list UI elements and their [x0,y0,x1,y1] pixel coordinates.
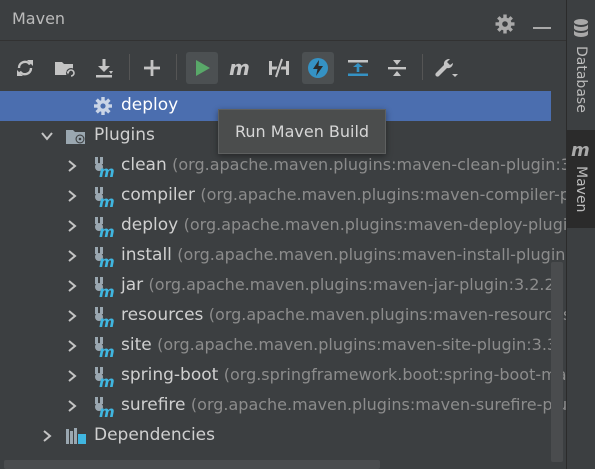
maven-m-icon: m [571,140,593,164]
vertical-scrollbar[interactable] [551,262,563,462]
plugin-name: resources [121,305,204,325]
svg-text:m: m [99,283,115,298]
sidebar-tab-maven[interactable]: m Maven [567,130,595,228]
plugin-row-jar[interactable]: m jar (org.apache.maven.plugins:maven-jar… [0,271,561,301]
plugin-name: spring-boot [121,365,219,385]
plugin-row-compiler[interactable]: m compiler (org.apache.maven.plugins:mave… [0,181,566,211]
show-dependencies-icon[interactable] [342,52,374,84]
plugin-coordinates: (org.apache.maven.plugins:maven-deploy-p… [183,215,566,234]
svg-text:m: m [99,163,115,178]
chevron-right-icon[interactable] [65,398,79,412]
plugin-row-deploy[interactable]: m deploy (org.apache.maven.plugins:maven-… [0,211,566,241]
plugin-row-resources[interactable]: m resources (org.apache.maven.plugins:mav… [0,301,566,331]
dependencies-icon [65,426,86,446]
svg-text:m: m [229,57,250,79]
toolbar-separator [176,54,177,80]
chevron-right-icon[interactable] [40,428,54,442]
plugin-row-site[interactable]: m site (org.apache.maven.plugins:maven-si… [0,331,563,361]
maven-plugin-icon: m [93,276,115,301]
chevron-right-icon[interactable] [65,188,79,202]
plugin-coordinates: (org.springframework.boot:spring-boot-ma [223,365,566,384]
chevron-right-icon[interactable] [65,368,79,382]
tool-window-header: Maven [0,0,566,41]
svg-text:m: m [99,373,115,388]
plugin-coordinates: (org.apache.maven.plugins:maven-install-… [177,245,566,264]
gear-icon[interactable] [494,13,516,35]
gear-icon [93,96,113,116]
maven-plugin-icon: m [93,336,115,361]
maven-plugin-icon: m [93,216,115,241]
sidebar-tab-label: Maven [573,166,589,213]
run-icon[interactable] [186,52,218,84]
horizontal-scrollbar[interactable] [4,460,380,469]
folder-refresh-icon[interactable] [49,52,81,84]
plugin-name: clean [121,155,167,175]
plugin-row-surefire[interactable]: m surefire (org.apache.maven.plugins:mave… [0,391,566,421]
plugin-coordinates: (org.apache.maven.plugins:maven-resource… [208,305,566,324]
tree-node-dependencies[interactable]: Dependencies [0,421,551,451]
tooltip-text: Run Maven Build [235,122,370,141]
tooltip: Run Maven Build [218,109,386,154]
sidebar-tab-database[interactable]: Database [567,8,595,118]
chevron-right-icon[interactable] [65,338,79,352]
maven-plugin-icon: m [93,156,115,181]
chevron-down-icon[interactable] [40,128,54,142]
toolbar-separator [129,54,130,80]
wrench-icon[interactable] [430,52,462,84]
chevron-right-icon[interactable] [65,278,79,292]
plugin-name: surefire [121,395,186,415]
svg-text:m: m [99,403,115,418]
plugin-name: jar [121,275,144,295]
plugin-name: compiler [121,185,195,205]
plugin-name: deploy [121,215,179,235]
svg-text:m: m [99,343,115,358]
svg-text:m: m [99,253,115,268]
chevron-right-icon[interactable] [65,308,79,322]
chevron-right-icon[interactable] [65,248,79,262]
maven-plugin-icon: m [93,186,115,211]
chevron-right-icon[interactable] [65,158,79,172]
chevron-right-icon[interactable] [65,218,79,232]
right-tool-strip: Database m Maven [566,0,595,469]
maven-tool-window: Maven m deploy Plugins m clean (org.apac… [0,0,566,469]
download-icon[interactable] [88,52,120,84]
maven-plugin-icon: m [93,366,115,391]
maven-toolbar: m [0,48,566,90]
skip-tests-icon[interactable] [302,52,334,84]
plugin-row-clean[interactable]: m clean (org.apache.maven.plugins:maven-c… [0,151,566,181]
svg-text:m: m [571,140,590,160]
plugin-row-install[interactable]: m install (org.apache.maven.plugins:maven… [0,241,566,271]
plugins-label: Plugins [94,125,155,145]
plugin-row-spring-boot[interactable]: m spring-boot (org.springframework.boot:s… [0,361,566,391]
maven-plugin-icon: m [93,396,115,421]
maven-plugin-icon: m [93,246,115,271]
sidebar-tab-label: Database [573,46,589,113]
toolbar-separator [422,54,423,80]
plugin-coordinates: (org.apache.maven.plugins:maven-clean-pl… [172,155,566,174]
reload-icon[interactable] [9,52,41,84]
plugin-coordinates: (org.apache.maven.plugins:maven-surefire… [190,395,566,414]
plugin-coordinates: (org.apache.maven.plugins:maven-site-plu… [157,335,564,354]
goal-label: deploy [121,95,179,115]
tool-window-title: Maven [12,9,66,28]
minimize-icon[interactable] [533,27,551,29]
plugin-coordinates: (org.apache.maven.plugins:maven-compiler… [200,185,566,204]
plugin-coordinates: (org.apache.maven.plugins:maven-jar-plug… [148,275,561,294]
plugins-folder-icon [65,126,85,146]
maven-m-icon[interactable]: m [225,52,257,84]
dependencies-label: Dependencies [94,425,215,445]
toggle-offline-icon[interactable] [263,52,295,84]
collapse-all-icon[interactable] [381,52,413,84]
svg-text:m: m [99,223,115,238]
plugin-name: site [121,335,152,355]
database-icon [573,18,589,44]
maven-plugin-icon: m [93,306,115,331]
plugin-name: install [121,245,172,265]
svg-text:m: m [99,193,115,208]
plus-icon[interactable] [136,52,168,84]
svg-text:m: m [99,313,115,328]
